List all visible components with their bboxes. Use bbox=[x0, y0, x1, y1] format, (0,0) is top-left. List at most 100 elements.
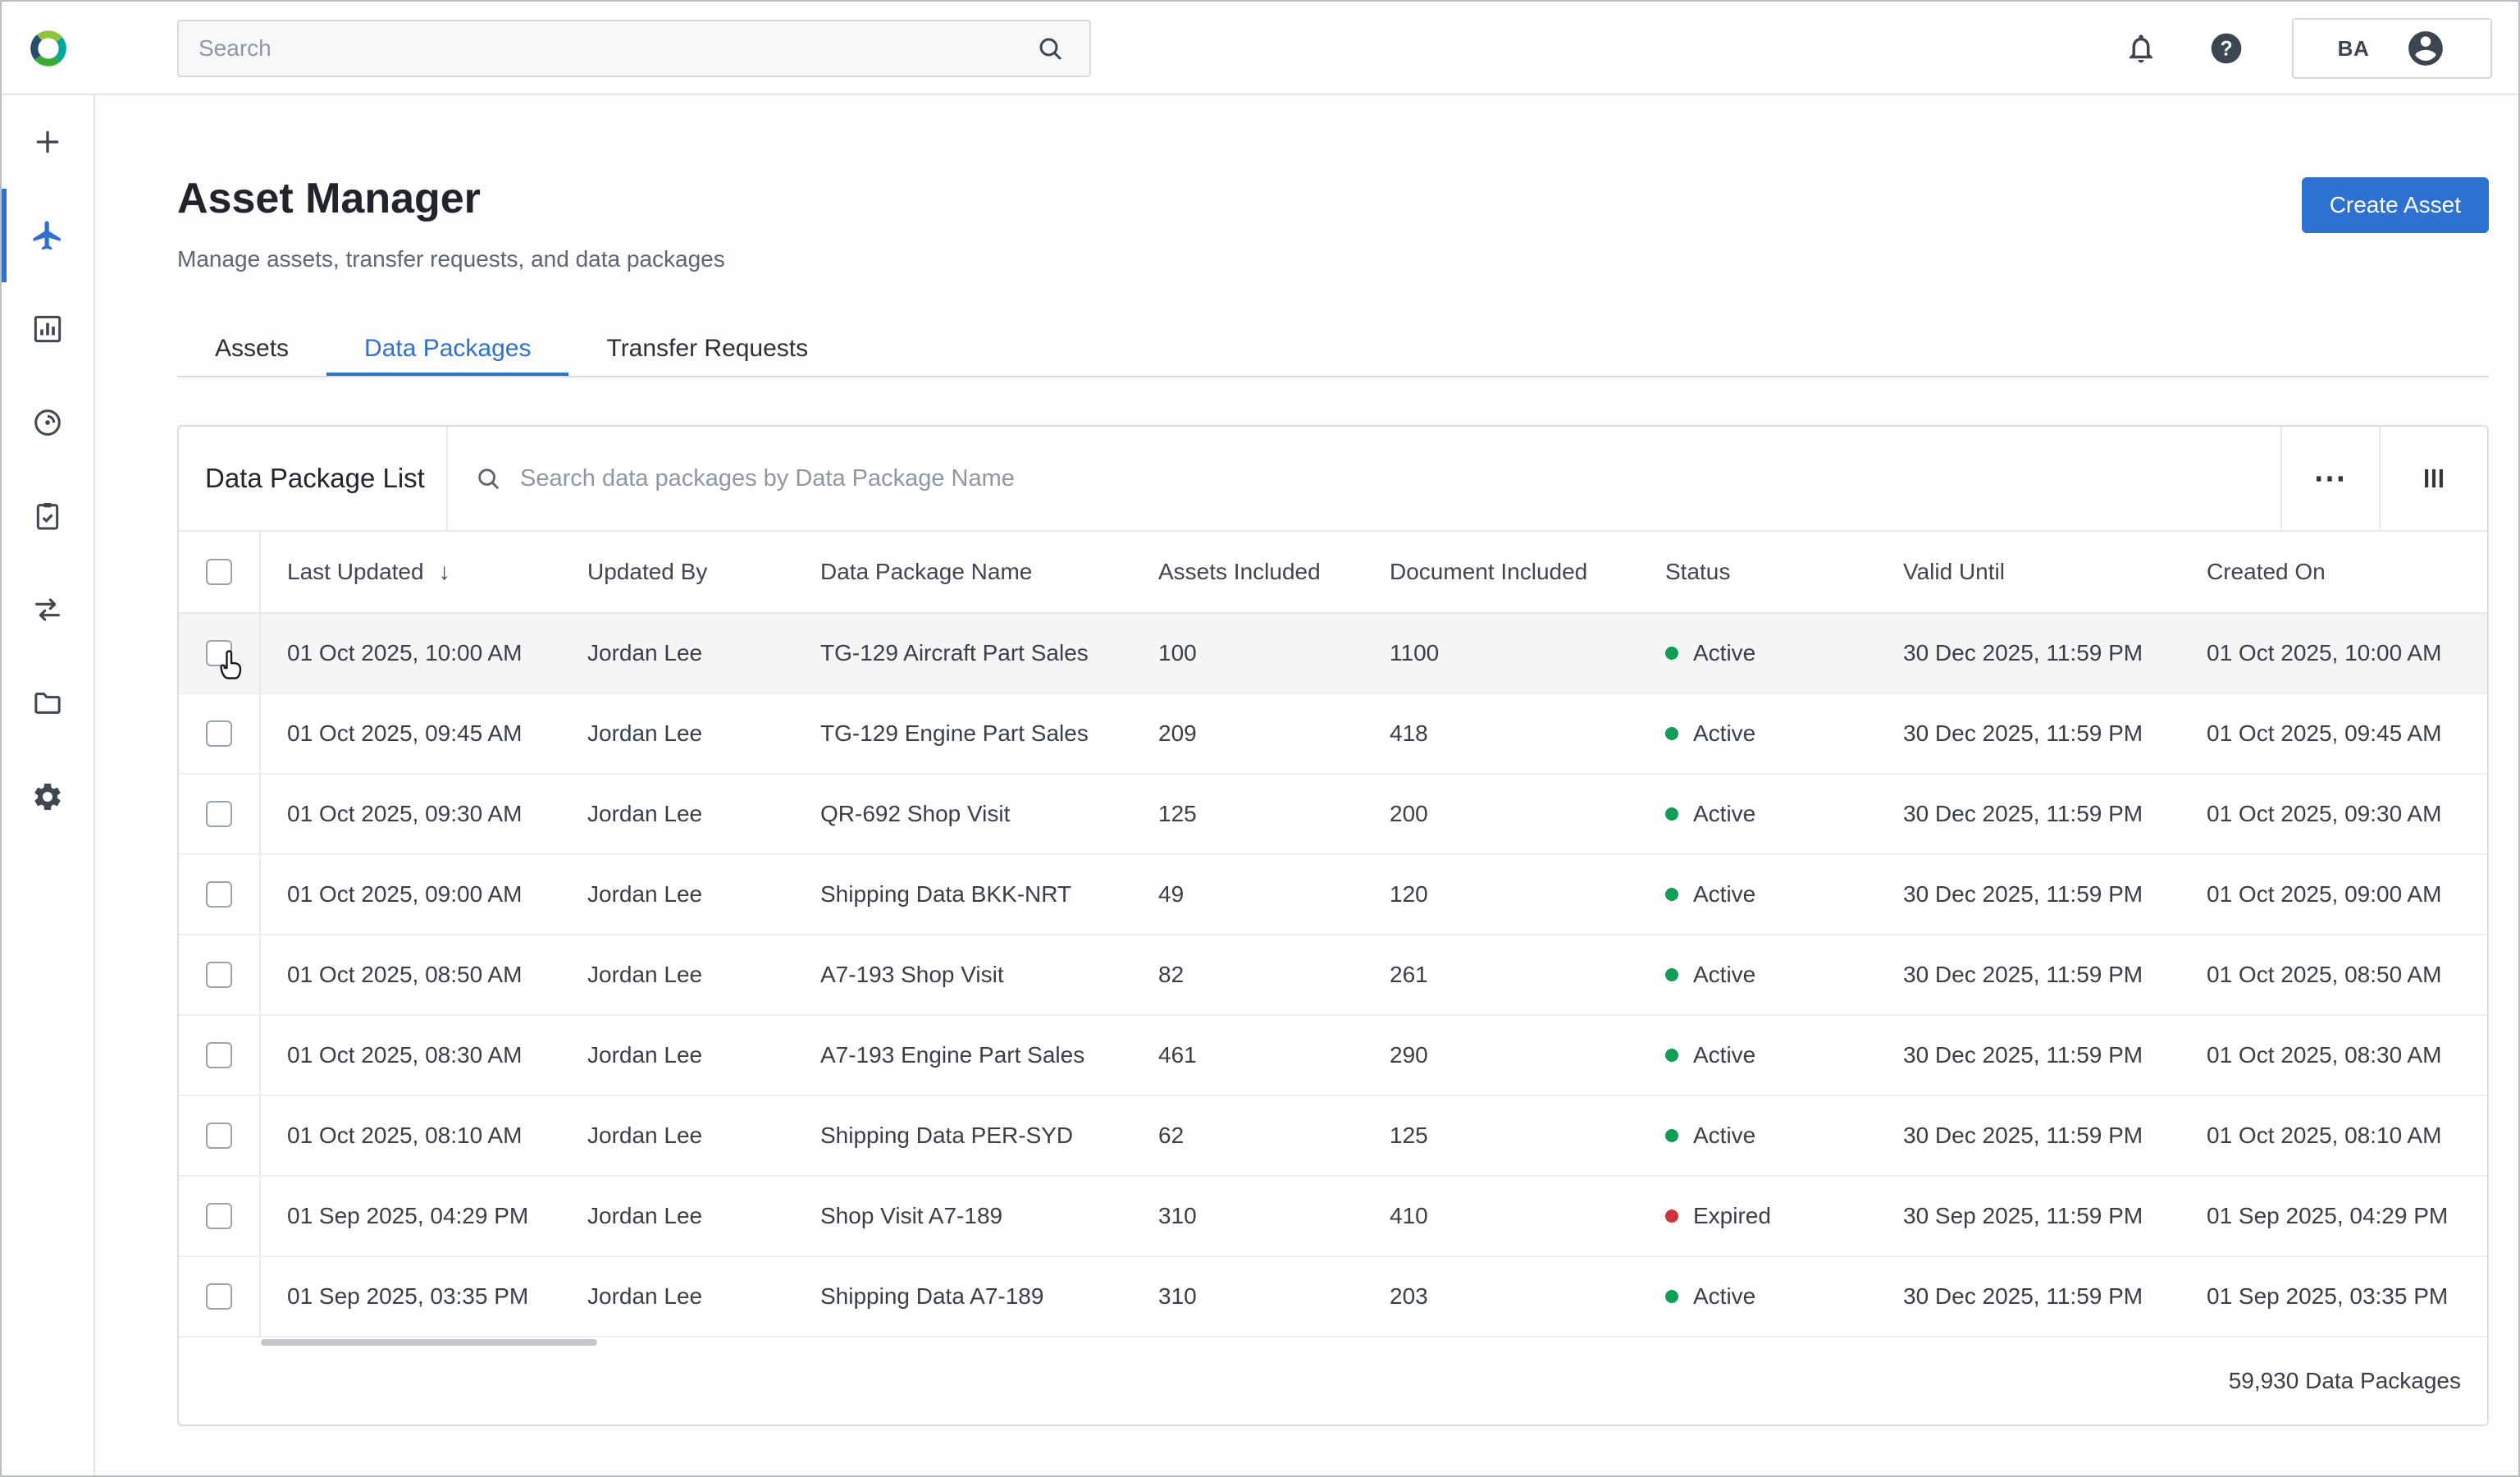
page-subtitle: Manage assets, transfer requests, and da… bbox=[177, 246, 725, 272]
table-body: 01 Oct 2025, 10:00 AM Jordan Lee TG-129 … bbox=[179, 614, 2487, 1338]
status-dot bbox=[1665, 1290, 1678, 1303]
sidebar-item-files[interactable] bbox=[2, 656, 94, 750]
table-row[interactable]: 01 Oct 2025, 08:30 AM Jordan Lee A7-193 … bbox=[179, 1016, 2487, 1096]
cell-valid-until: 30 Sep 2025, 11:59 PM bbox=[1903, 1203, 2143, 1228]
help-icon[interactable]: ? bbox=[2207, 29, 2246, 68]
package-search bbox=[448, 427, 2280, 530]
more-options-icon: ⋯ bbox=[2313, 460, 2348, 496]
column-header-last_updated[interactable]: Last Updated ↓ bbox=[261, 559, 561, 585]
cell-package-name: TG-129 Aircraft Part Sales bbox=[820, 640, 1089, 665]
cell-created-on: 01 Oct 2025, 08:10 AM bbox=[2207, 1123, 2442, 1148]
cell-assets-included: 461 bbox=[1158, 1042, 1197, 1068]
row-checkbox[interactable] bbox=[206, 881, 232, 908]
status-dot bbox=[1665, 1129, 1678, 1142]
global-search-input[interactable] bbox=[199, 35, 1030, 62]
table-row[interactable]: 01 Oct 2025, 09:00 AM Jordan Lee Shippin… bbox=[179, 855, 2487, 935]
sidebar-item-new[interactable] bbox=[2, 95, 94, 189]
cell-created-on: 01 Oct 2025, 09:30 AM bbox=[2207, 801, 2442, 826]
row-checkbox[interactable] bbox=[206, 1203, 232, 1229]
cell-package-name: Shipping Data PER-SYD bbox=[820, 1123, 1074, 1148]
column-settings-button[interactable] bbox=[2379, 427, 2487, 530]
status-dot bbox=[1665, 1049, 1678, 1062]
table-row[interactable]: 01 Oct 2025, 10:00 AM Jordan Lee TG-129 … bbox=[179, 614, 2487, 694]
cell-status: Expired bbox=[1639, 1203, 1877, 1229]
row-checkbox[interactable] bbox=[206, 962, 232, 988]
status-label: Active bbox=[1693, 962, 1756, 987]
notifications-bell-icon[interactable] bbox=[2121, 29, 2161, 68]
cell-assets-included: 62 bbox=[1158, 1123, 1185, 1148]
user-menu[interactable]: BA bbox=[2292, 18, 2492, 79]
cell-document-included: 120 bbox=[1390, 881, 1428, 907]
search-icon bbox=[474, 464, 502, 492]
cell-valid-until: 30 Dec 2025, 11:59 PM bbox=[1903, 801, 2143, 826]
search-icon[interactable] bbox=[1030, 29, 1070, 68]
cell-assets-included: 82 bbox=[1158, 962, 1185, 987]
column-header-documents[interactable]: Document Included bbox=[1363, 559, 1639, 585]
plus-icon bbox=[31, 126, 64, 158]
cell-last-updated: 01 Oct 2025, 09:30 AM bbox=[287, 801, 523, 826]
cell-created-on: 01 Oct 2025, 08:50 AM bbox=[2207, 962, 2442, 987]
sidebar-item-settings[interactable] bbox=[2, 750, 94, 844]
row-checkbox[interactable] bbox=[206, 1283, 232, 1310]
sidebar-item-tracking[interactable] bbox=[2, 376, 94, 469]
cell-status: Active bbox=[1639, 962, 1877, 988]
table-row[interactable]: 01 Oct 2025, 08:10 AM Jordan Lee Shippin… bbox=[179, 1096, 2487, 1177]
cell-created-on: 01 Oct 2025, 08:30 AM bbox=[2207, 1042, 2442, 1068]
cell-assets-included: 209 bbox=[1158, 720, 1197, 746]
row-checkbox[interactable] bbox=[206, 640, 232, 666]
column-header-updated_by[interactable]: Updated By bbox=[561, 559, 794, 585]
status-dot bbox=[1665, 807, 1678, 821]
more-options-button[interactable]: ⋯ bbox=[2280, 427, 2379, 530]
sidebar-item-tasks[interactable] bbox=[2, 469, 94, 563]
table-header-row: Last Updated ↓ Updated By Data Package Name… bbox=[179, 532, 2487, 614]
tab-assets[interactable]: Assets bbox=[177, 323, 326, 376]
cell-package-name: Shipping Data A7-189 bbox=[820, 1283, 1044, 1309]
cell-valid-until: 30 Dec 2025, 11:59 PM bbox=[1903, 720, 2143, 746]
column-header-valid_until[interactable]: Valid Until bbox=[1877, 559, 2180, 585]
cell-document-included: 1100 bbox=[1390, 640, 1440, 665]
package-search-input[interactable] bbox=[520, 464, 2254, 492]
cell-package-name: QR-692 Shop Visit bbox=[820, 801, 1011, 826]
cell-last-updated: 01 Sep 2025, 04:29 PM bbox=[287, 1203, 529, 1228]
table-row[interactable]: 01 Sep 2025, 04:29 PM Jordan Lee Shop Vi… bbox=[179, 1177, 2487, 1257]
panel-header: Data Package List ⋯ bbox=[179, 427, 2487, 532]
status-dot bbox=[1665, 888, 1678, 901]
page-title: Asset Manager bbox=[177, 175, 481, 222]
column-header-created_on[interactable]: Created On bbox=[2180, 559, 2487, 585]
columns-icon bbox=[2425, 469, 2443, 488]
tab-data-packages[interactable]: Data Packages bbox=[326, 323, 569, 376]
cell-last-updated: 01 Oct 2025, 08:50 AM bbox=[287, 962, 523, 987]
column-header-name[interactable]: Data Package Name bbox=[794, 559, 1132, 585]
table-row[interactable]: 01 Oct 2025, 09:45 AM Jordan Lee TG-129 … bbox=[179, 694, 2487, 775]
cell-status: Active bbox=[1639, 1123, 1877, 1149]
row-checkbox[interactable] bbox=[206, 720, 232, 747]
cell-valid-until: 30 Dec 2025, 11:59 PM bbox=[1903, 640, 2143, 665]
tab-transfer-requests[interactable]: Transfer Requests bbox=[568, 323, 846, 376]
cell-updated-by: Jordan Lee bbox=[587, 640, 703, 665]
row-select-cell bbox=[179, 935, 261, 1014]
cell-updated-by: Jordan Lee bbox=[587, 1042, 703, 1068]
sidebar-item-analytics[interactable] bbox=[2, 282, 94, 376]
table-row[interactable]: 01 Oct 2025, 08:50 AM Jordan Lee A7-193 … bbox=[179, 935, 2487, 1016]
column-header-assets[interactable]: Assets Included bbox=[1132, 559, 1363, 585]
horizontal-scrollbar[interactable] bbox=[261, 1339, 597, 1346]
bar-chart-icon bbox=[31, 313, 64, 345]
sidebar-item-assets[interactable] bbox=[2, 189, 94, 282]
create-asset-button[interactable]: Create Asset bbox=[2301, 177, 2489, 233]
sidebar-item-transfers[interactable] bbox=[2, 563, 94, 656]
svg-text:?: ? bbox=[2220, 38, 2232, 60]
status-dot bbox=[1665, 968, 1678, 981]
row-checkbox[interactable] bbox=[206, 1123, 232, 1149]
column-header-status[interactable]: Status bbox=[1639, 559, 1877, 585]
row-checkbox[interactable] bbox=[206, 1042, 232, 1068]
row-select-cell bbox=[179, 1257, 261, 1336]
status-label: Active bbox=[1693, 1042, 1756, 1068]
select-all-checkbox[interactable] bbox=[206, 559, 232, 585]
table-row[interactable]: 01 Oct 2025, 09:30 AM Jordan Lee QR-692 … bbox=[179, 775, 2487, 855]
table-row[interactable]: 01 Sep 2025, 03:35 PM Jordan Lee Shippin… bbox=[179, 1257, 2487, 1338]
user-avatar-icon bbox=[2408, 31, 2444, 66]
cell-valid-until: 30 Dec 2025, 11:59 PM bbox=[1903, 1042, 2143, 1068]
row-checkbox[interactable] bbox=[206, 801, 232, 827]
cell-updated-by: Jordan Lee bbox=[587, 881, 703, 907]
app-logo[interactable] bbox=[2, 2, 95, 95]
